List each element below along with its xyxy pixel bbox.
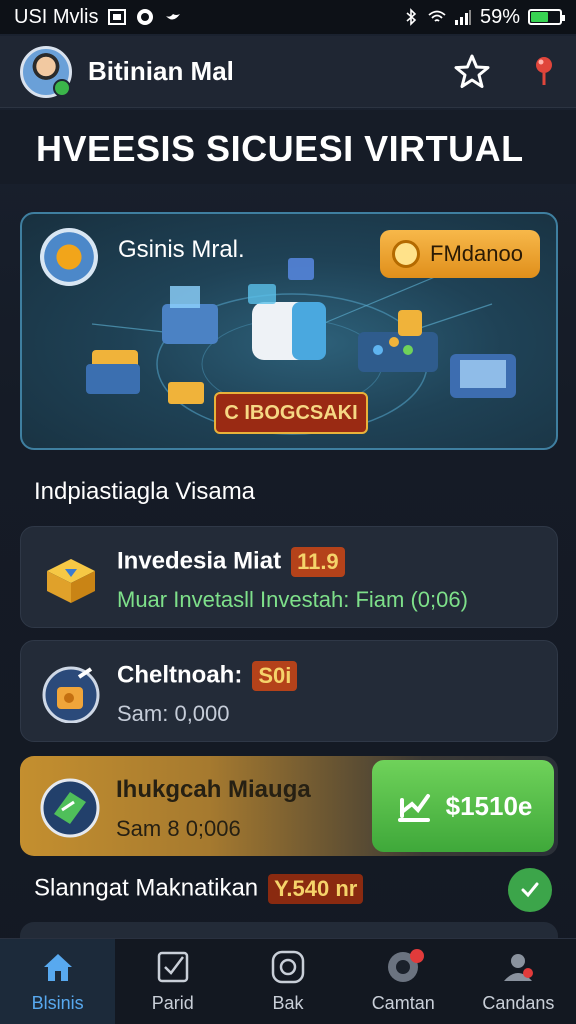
money-icon	[40, 778, 100, 838]
home-icon	[43, 954, 72, 981]
app-icon	[137, 9, 154, 25]
hero-title: Gsinis Mral.	[118, 236, 245, 263]
wifi-icon	[428, 10, 446, 22]
checkbox-icon	[157, 951, 189, 983]
nav-item-home[interactable]: Blsinis	[0, 939, 116, 1024]
device-icon	[450, 354, 516, 398]
card-badge: S0i	[252, 661, 298, 691]
hero-banner[interactable]: Gsinis Mral. FMdanoo C IBOGCSAKI	[20, 212, 558, 450]
card-title: Cheltnoah: S0i	[117, 661, 298, 691]
nav-label: Blsinis	[31, 993, 84, 1013]
chart-up-icon	[397, 794, 430, 822]
card-subtitle: Sam 8 0;006	[116, 816, 241, 841]
shield-bag-icon	[42, 666, 100, 723]
list-item[interactable]: Invedesia Miat 11.9 Muar Invetasll Invest…	[20, 526, 558, 628]
hero-action-label: FMdanoo	[430, 241, 523, 266]
list-item[interactable]: Ihukgcah Miauga Sam 8 0;006 $1510e	[20, 756, 558, 856]
signal-icon	[454, 10, 471, 25]
earn-button[interactable]: $1510e	[372, 760, 554, 852]
gold-box-icon	[47, 559, 95, 603]
page-title: HVEESIS SICUESI VIRTUAL	[36, 128, 524, 169]
bluetooth-icon	[406, 8, 417, 26]
star-icon[interactable]	[452, 52, 492, 92]
battery-icon	[528, 9, 565, 25]
battery-percent: 59%	[479, 5, 520, 28]
stack-icon	[168, 382, 204, 404]
section-label: Indpiastiagla Visama	[34, 478, 256, 505]
nav-label: Parid	[151, 993, 194, 1013]
avatar[interactable]	[20, 45, 72, 98]
coin-icon	[392, 240, 420, 268]
notification-dot	[409, 949, 424, 963]
nav-label: Candans	[482, 993, 555, 1013]
check-icon	[521, 882, 539, 898]
hero-cta-button[interactable]: C IBOGCSAKI	[214, 392, 368, 434]
summary-label: Slanngat Maknatikan	[34, 874, 259, 902]
nav-label: Bak	[272, 993, 304, 1013]
bottom-nav: Blsinis Parid Bak Camtan Candans	[0, 938, 576, 1024]
summary-badge: Y.540 nr	[268, 874, 364, 904]
online-badge	[53, 78, 71, 97]
nav-item-bak[interactable]: Bak	[230, 939, 345, 1024]
carrier-text: USI Mvlis	[14, 5, 99, 28]
bird-icon	[166, 14, 181, 20]
summary-row: Slanngat Maknatikan Y.540 nr	[34, 874, 364, 904]
card-subtitle: Sam: 0,000	[117, 701, 230, 726]
cube-icon	[252, 302, 326, 360]
card-title: Ihukgcah Miauga	[116, 776, 311, 803]
message-icon	[108, 9, 127, 25]
controller-icon	[358, 310, 438, 372]
card-title: Invedesia Miat 11.9	[117, 547, 345, 577]
gold-chip-icon	[86, 350, 140, 394]
confirm-button[interactable]	[508, 868, 552, 912]
camera-icon	[271, 950, 305, 984]
card-subtitle: Muar Invetasll Investah: Fiam (0;06)	[117, 587, 468, 612]
profile-icon	[504, 954, 534, 981]
nav-item-parid[interactable]: Parid	[115, 939, 230, 1024]
floating-card-icon	[248, 258, 314, 304]
nav-label: Camtan	[371, 993, 435, 1013]
hero-logo	[40, 228, 98, 286]
earn-button-label: $1510e	[445, 790, 533, 821]
hero-action-button[interactable]: FMdanoo	[380, 230, 540, 278]
nav-item-candans[interactable]: Candans	[461, 939, 576, 1024]
list-item[interactable]: Cheltnoah: S0i Sam: 0,000	[20, 640, 558, 742]
card-badge: 11.9	[291, 547, 345, 577]
header-title: Bitinian Mal	[88, 56, 234, 86]
status-bar: USI Mvlis 59%	[0, 0, 576, 34]
server-block-icon	[162, 286, 218, 344]
app-header: Bitinian Mal	[0, 36, 576, 108]
location-pin-icon[interactable]	[532, 55, 556, 89]
nav-item-camtan[interactable]: Camtan	[346, 939, 461, 1024]
